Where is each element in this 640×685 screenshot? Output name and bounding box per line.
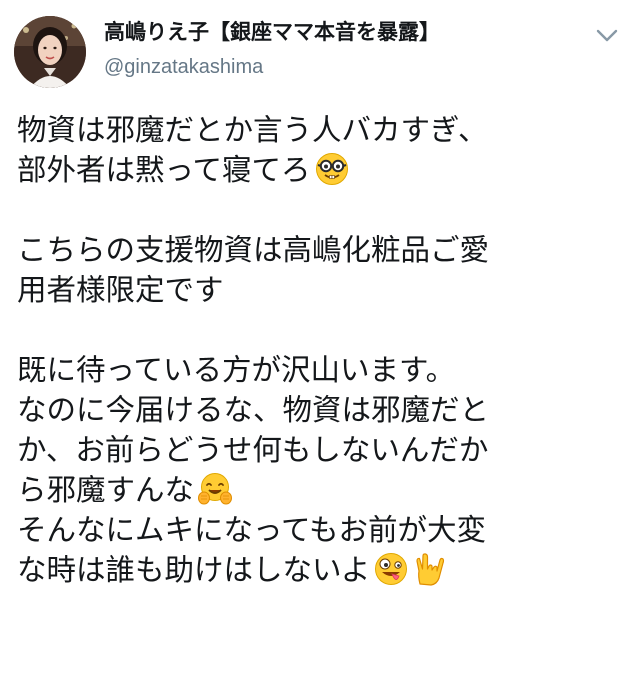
tweet-line: な時は誰も助けはしないよ	[17, 550, 627, 590]
zany-face-emoji	[374, 552, 408, 586]
tweet-card: 高嶋りえ子【銀座ママ本音を暴露】 @ginzatakashima 物資は邪魔だと…	[0, 0, 640, 685]
tweet-line: か、お前らどうせ何もしないんだか	[17, 433, 489, 467]
tweet-header: 高嶋りえ子【銀座ママ本音を暴露】 @ginzatakashima	[0, 0, 640, 100]
more-options-button[interactable]	[592, 22, 622, 48]
hugging-face-emoji	[198, 472, 233, 506]
avatar[interactable]	[14, 16, 86, 88]
user-handle[interactable]: @ginzatakashima	[104, 54, 263, 80]
display-name[interactable]: 高嶋りえ子【銀座ママ本音を暴露】	[104, 18, 440, 46]
tweet-line: ら邪魔すんな	[17, 470, 627, 510]
avatar-portrait-icon	[14, 16, 86, 88]
love-you-gesture-emoji	[412, 552, 446, 586]
tweet-line: 用者様限定です	[17, 273, 224, 307]
tweet-line: 既に待っている方が沢山います。	[17, 353, 456, 387]
tweet-line: そんなにムキになってもお前が大変	[17, 513, 487, 547]
chevron-down-icon	[596, 29, 618, 42]
tweet-line: 物資は邪魔だとか言う人バカすぎ、	[17, 113, 488, 147]
tweet-line: 部外者は黙って寝てろ	[17, 150, 627, 190]
tweet-line: こちらの支援物資は高嶋化粧品ご愛	[17, 233, 490, 267]
tweet-text: 物資は邪魔だとか言う人バカすぎ、 部外者は黙って寝てろ こちらの支援物資は高嶋化…	[17, 110, 627, 590]
tweet-line: なのに今届けるな、物資は邪魔だと	[17, 393, 490, 427]
nerd-face-emoji	[315, 152, 349, 186]
